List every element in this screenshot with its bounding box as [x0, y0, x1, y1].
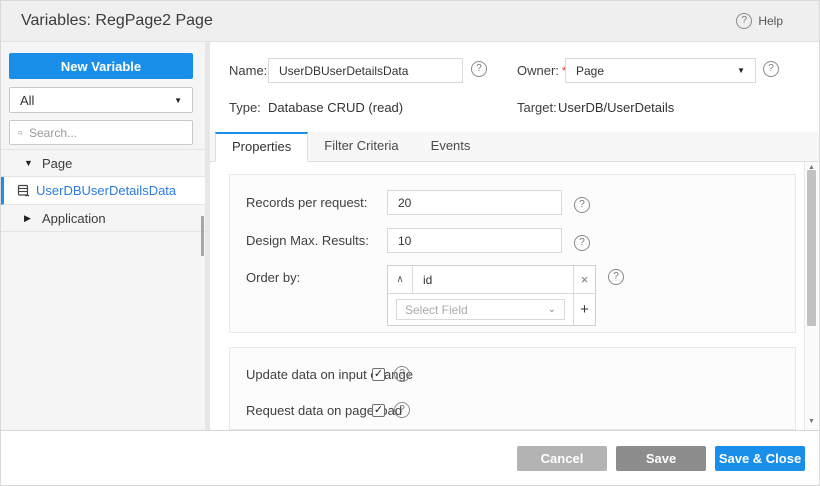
update-help-icon[interactable]: ?	[394, 366, 410, 382]
order-by-add-row: Select Field ⌄ +	[388, 294, 595, 325]
owner-help-icon[interactable]: ?	[763, 61, 779, 77]
order-by-row: Order by: ∧ id × Select Field ⌄	[246, 265, 785, 290]
content-scrollbar-thumb[interactable]	[807, 170, 816, 326]
cancel-button[interactable]: Cancel	[517, 446, 607, 471]
update-on-input-change-label: Update data on input change	[246, 367, 372, 382]
name-input[interactable]	[268, 58, 463, 83]
tree-item-userdbuserdetailsdata[interactable]: UserDBUserDetailsData	[1, 177, 205, 205]
variables-dialog: Variables: RegPage2 Page ? Help New Vari…	[0, 0, 820, 486]
select-field-wrap: Select Field ⌄	[388, 294, 573, 325]
tree-item-label: Application	[42, 211, 106, 226]
records-help-icon[interactable]: ?	[574, 197, 590, 213]
new-variable-button[interactable]: New Variable	[9, 53, 193, 79]
order-by-field-value[interactable]: id	[413, 266, 573, 293]
records-per-request-row: Records per request: ?	[246, 190, 785, 215]
sidebar: New Variable All ▼ ▼ Page	[1, 42, 205, 430]
titlebar: Variables: RegPage2 Page ? Help	[1, 1, 819, 42]
help-label[interactable]: Help	[758, 14, 783, 28]
select-field-dropdown[interactable]: Select Field ⌄	[396, 299, 565, 320]
order-by-label: Order by:	[246, 265, 387, 290]
design-max-help-icon[interactable]: ?	[574, 235, 590, 251]
properties-tab-content: Records per request: ? Design Max. Resul…	[210, 162, 819, 430]
request-on-page-load-label: Request data on page load	[246, 403, 372, 418]
variable-filter-value: All	[20, 93, 34, 108]
add-order-by-icon[interactable]: +	[573, 294, 595, 325]
order-by-table: ∧ id × Select Field ⌄ +	[387, 265, 596, 326]
records-per-request-label: Records per request:	[246, 190, 387, 215]
owner-value: Page	[576, 64, 604, 78]
update-on-input-change-row: Update data on input change ✓ ?	[246, 362, 410, 386]
order-by-entry-row: ∧ id ×	[388, 266, 595, 294]
tree-item-label: UserDBUserDetailsData	[36, 183, 176, 198]
target-value: UserDB/UserDetails	[558, 100, 674, 115]
page-title: Variables: RegPage2 Page	[21, 12, 213, 30]
name-help-icon[interactable]: ?	[471, 61, 487, 77]
remove-order-by-icon[interactable]: ×	[573, 266, 595, 293]
search-icon	[18, 127, 23, 139]
search-box[interactable]	[9, 120, 193, 145]
design-max-results-input[interactable]	[387, 228, 562, 253]
main-panel: Name:* ? Owner:* Page ▼ ? Type: Database…	[210, 42, 819, 430]
scroll-down-icon[interactable]: ▼	[805, 416, 818, 428]
tab-properties[interactable]: Properties	[215, 132, 308, 162]
content-scrollbar[interactable]: ▲ ▼	[804, 162, 818, 430]
tab-events[interactable]: Events	[415, 132, 487, 161]
chevron-down-icon: ▼	[174, 96, 182, 105]
save-button[interactable]: Save	[616, 446, 706, 471]
request-on-page-load-row: Request data on page load ✓ ?	[246, 398, 410, 422]
request-on-page-load-checkbox[interactable]: ✓	[372, 404, 385, 417]
type-value: Database CRUD (read)	[268, 100, 403, 115]
request-help-icon[interactable]: ?	[394, 402, 410, 418]
owner-label: Owner:*	[517, 63, 567, 78]
type-label: Type:	[229, 100, 261, 115]
tab-bar: Properties Filter Criteria Events	[210, 132, 819, 162]
design-max-results-row: Design Max. Results: ?	[246, 228, 785, 253]
caret-right-icon[interactable]: ▶	[24, 213, 42, 224]
database-variable-icon	[17, 184, 30, 197]
sidebar-scrollbar-thumb[interactable]	[201, 216, 204, 256]
sort-ascending-icon[interactable]: ∧	[388, 266, 413, 293]
tree-item-page[interactable]: ▼ Page	[1, 150, 205, 177]
variable-tree: ▼ Page UserDBUserDetailsData ▶ Applicati…	[1, 149, 205, 232]
target-label: Target:	[517, 100, 557, 115]
help-icon[interactable]: ?	[736, 13, 752, 29]
behavior-settings-card: Update data on input change ✓ ? Request …	[229, 347, 796, 430]
chevron-down-icon: ⌄	[548, 304, 556, 315]
records-per-request-input[interactable]	[387, 190, 562, 215]
select-field-placeholder: Select Field	[405, 303, 468, 317]
owner-select[interactable]: Page ▼	[565, 58, 756, 83]
design-max-results-label: Design Max. Results:	[246, 228, 387, 253]
request-settings-card: Records per request: ? Design Max. Resul…	[229, 174, 796, 333]
footer: Cancel Save Save & Close	[1, 430, 819, 485]
help-link[interactable]: ? Help	[736, 13, 783, 29]
tree-item-application[interactable]: ▶ Application	[1, 205, 205, 232]
tree-item-label: Page	[42, 156, 72, 171]
update-on-input-change-checkbox[interactable]: ✓	[372, 368, 385, 381]
tab-filter-criteria[interactable]: Filter Criteria	[308, 132, 414, 161]
save-and-close-button[interactable]: Save & Close	[715, 446, 805, 471]
caret-down-icon[interactable]: ▼	[24, 158, 42, 168]
variable-filter-select[interactable]: All ▼	[9, 87, 193, 113]
order-by-help-icon[interactable]: ?	[608, 269, 624, 285]
chevron-down-icon: ▼	[737, 66, 745, 75]
search-input[interactable]	[29, 126, 184, 140]
